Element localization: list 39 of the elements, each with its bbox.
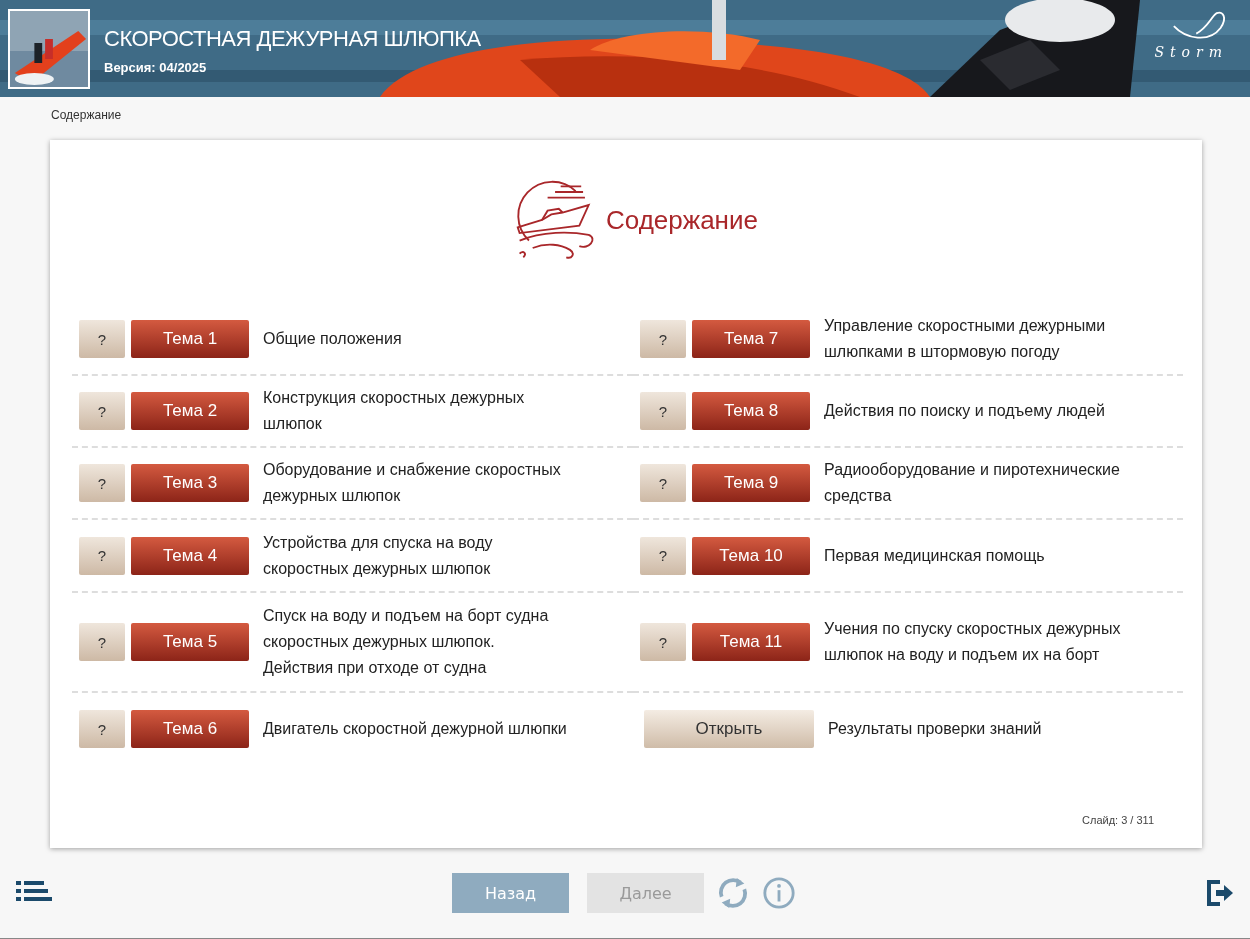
topic-button[interactable]: Тема 5 [131, 623, 249, 661]
topic-button[interactable]: Тема 8 [692, 392, 810, 430]
topic-title: Первая медицинская помощь [824, 545, 1045, 566]
topic-button[interactable]: Тема 6 [131, 710, 249, 748]
help-button[interactable]: ? [79, 710, 125, 748]
topic-button[interactable]: Тема 1 [131, 320, 249, 358]
breadcrumb: Содержание [50, 107, 123, 124]
help-button[interactable]: ? [79, 536, 125, 575]
help-button[interactable]: ? [79, 623, 125, 661]
topic-title: Двигатель скоростной дежурной шлюпки [263, 719, 567, 739]
help-button[interactable]: ? [640, 464, 686, 502]
topic-title: Учения по спуску скоростных дежурных шлюпок на воду и подъем их на борт [824, 619, 1121, 665]
topic-button[interactable]: Тема 4 [131, 536, 249, 575]
page-heading: Содержание [606, 204, 758, 236]
help-button[interactable]: ? [640, 320, 686, 358]
help-button[interactable]: ? [640, 623, 686, 661]
topic-title: Радиооборудование и пиротехнические средства [824, 460, 1120, 506]
topic-title: Оборудование и снабжение скоростных дежурных шлюпок [263, 460, 561, 506]
help-button[interactable]: ? [79, 320, 125, 358]
topic-title: Действия по поиску и подъему людей [824, 401, 1105, 421]
help-button[interactable]: ? [640, 392, 686, 430]
topic-title: Управление скоростными дежурными шлюпками в штормовую погоду [824, 316, 1106, 362]
topic-button[interactable]: Тема 7 [692, 320, 810, 358]
topic-title: Спуск на воду и подъем на борт судна скоростных дежурных шлюпок. Действия при отходе от судна [263, 606, 549, 678]
exit-icon[interactable] [1206, 879, 1234, 907]
open-button[interactable]: Открыть [644, 710, 814, 748]
help-button[interactable]: ? [79, 464, 125, 502]
help-button[interactable]: ? [640, 536, 686, 575]
slide-counter: Слайд: 3 / 311 [1082, 814, 1154, 826]
topic-button[interactable]: Тема 9 [692, 464, 810, 502]
topic-title: Устройства для спуска на воду скоростных дежурных шлюпок [263, 532, 493, 579]
topic-title: Результаты проверки знаний [828, 719, 1042, 739]
topic-button[interactable]: Тема 11 [692, 623, 810, 661]
topic-button[interactable]: Тема 2 [131, 392, 249, 430]
topic-button[interactable]: Тема 3 [131, 464, 249, 502]
topic-title: Конструкция скоростных дежурных шлюпок [263, 388, 525, 434]
help-button[interactable]: ? [79, 392, 125, 430]
topic-button[interactable]: Тема 10 [692, 536, 810, 575]
topic-title: Общие положения [263, 329, 402, 349]
